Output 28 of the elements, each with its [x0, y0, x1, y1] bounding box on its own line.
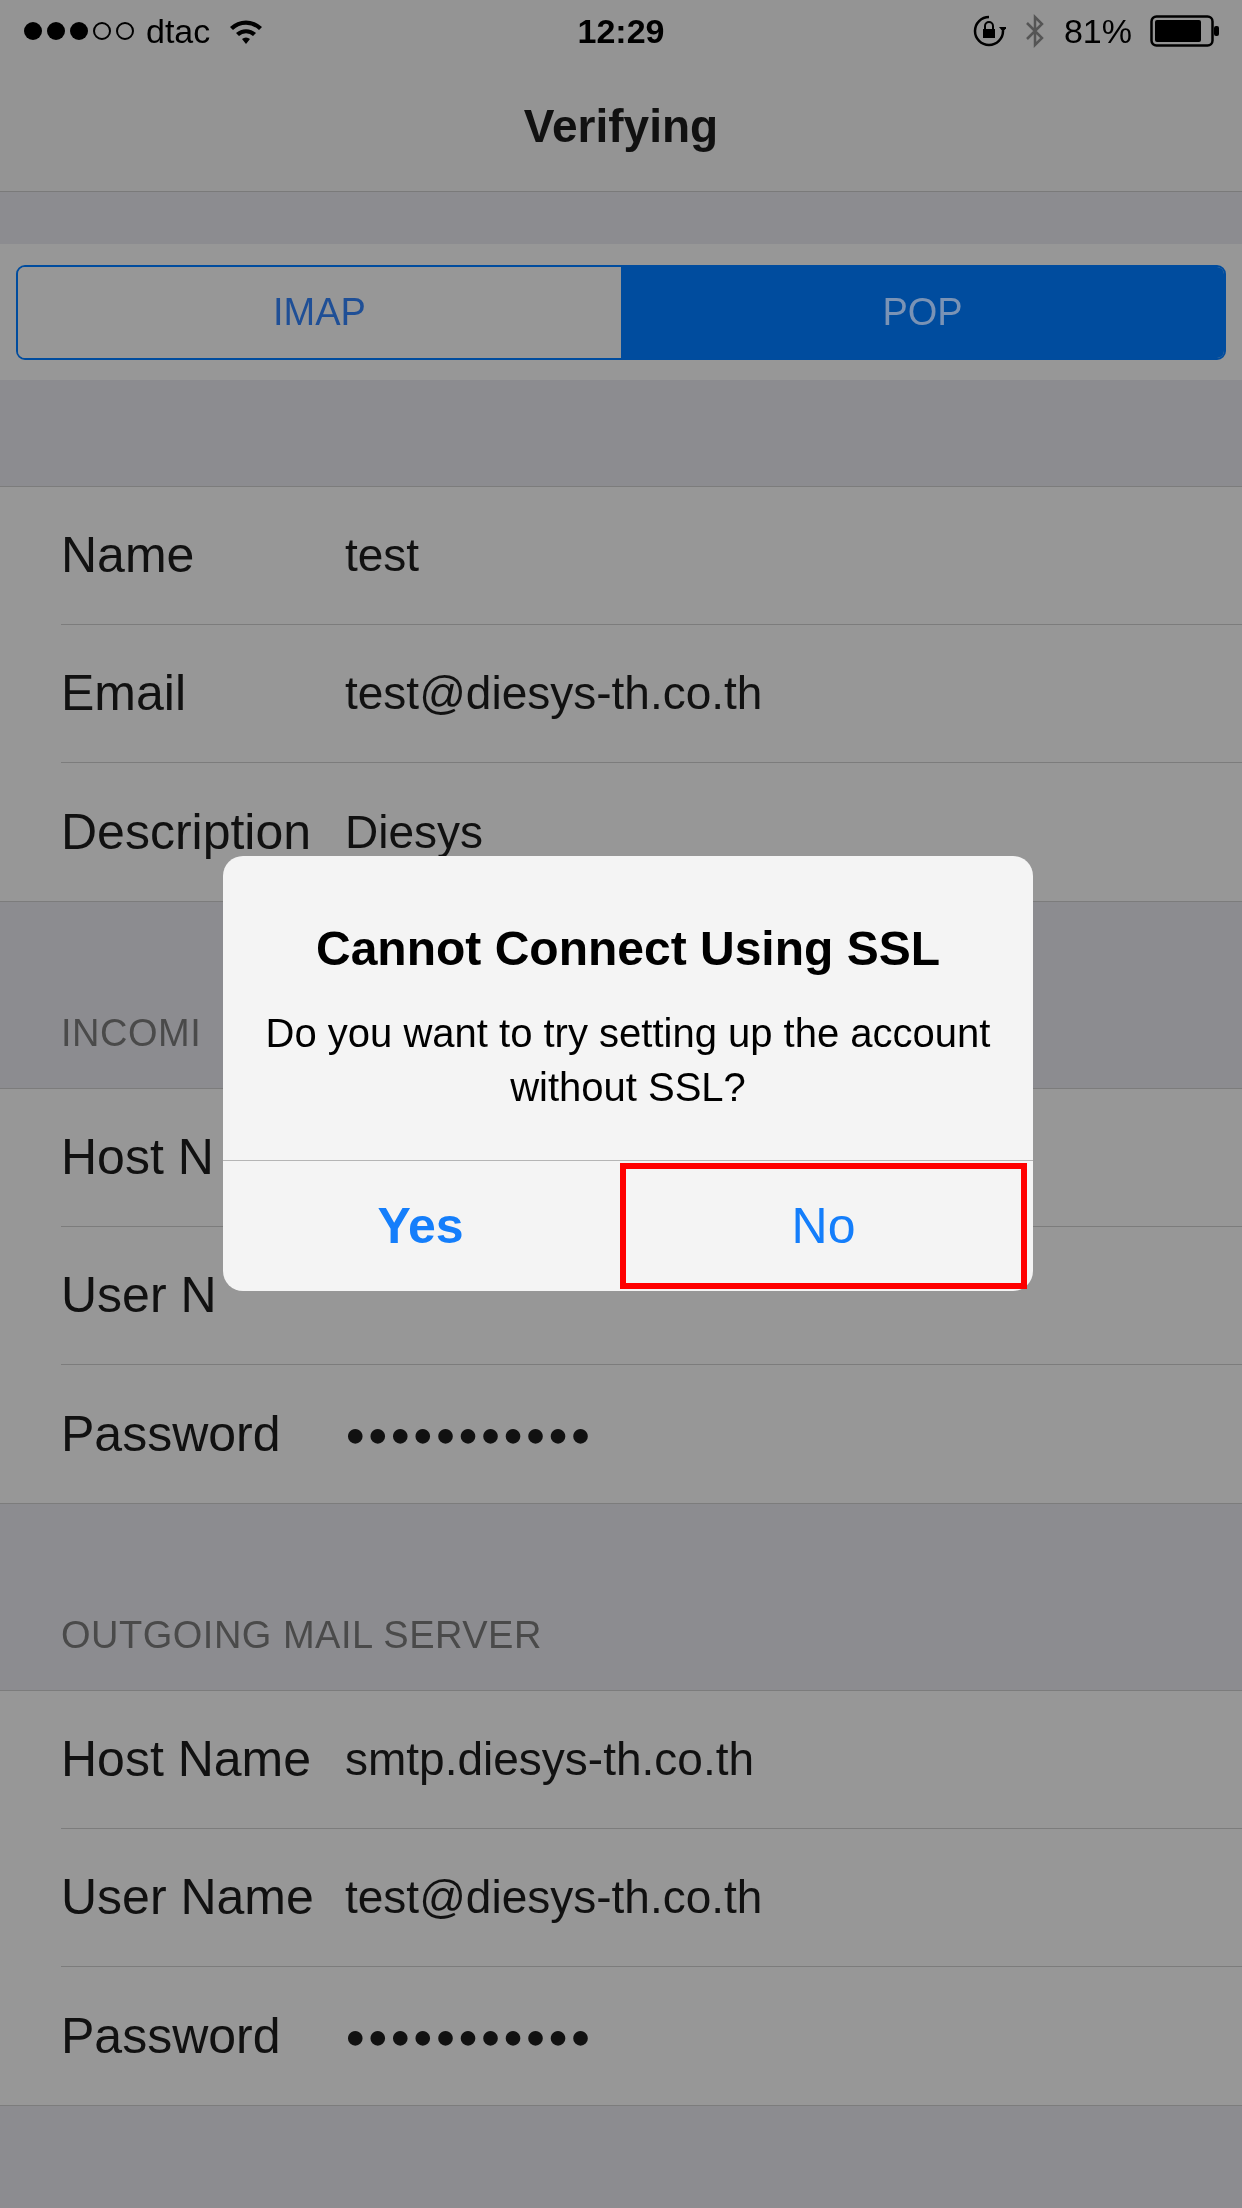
text-field[interactable]: test@diesys-th.co.th	[345, 659, 763, 728]
field-label: Name	[61, 526, 196, 585]
nav-title: Verifying	[523, 99, 719, 154]
status-time: 12:29	[577, 11, 665, 50]
text-field[interactable]: test@diesys-th.co.th	[345, 1863, 763, 1932]
battery-icon	[1150, 15, 1220, 47]
alert-button[interactable]: No	[620, 1163, 1027, 1289]
field-label: Host Name	[61, 1730, 313, 1789]
password-field[interactable]: ●●●●●●●●●●●	[345, 2010, 593, 2062]
field-label: Password	[61, 2006, 282, 2066]
text-field[interactable]: smtp.diesys-th.co.th	[345, 1725, 755, 1794]
battery-percentage: 81%	[1063, 10, 1132, 52]
text-field[interactable]: test	[345, 521, 420, 590]
carrier-name: dtac	[146, 10, 211, 52]
password-field[interactable]: ●●●●●●●●●●●	[345, 1408, 593, 1460]
alert-message: Do you want to try setting up the account without SSL?	[264, 1010, 992, 1111]
alert-button[interactable]: Yes	[223, 1161, 618, 1291]
section-header: INCOMI	[61, 1011, 202, 1056]
field-label: User Name	[61, 1868, 315, 1927]
section-header: OUTGOING MAIL SERVER	[61, 1613, 542, 1658]
field-label: Password	[61, 1404, 282, 1464]
field-label: User N	[61, 1266, 218, 1325]
field-label: Email	[61, 664, 188, 723]
field-label: Description	[61, 802, 313, 862]
field-label: Host N	[61, 1128, 215, 1187]
bluetooth-icon	[1023, 13, 1046, 49]
rotation-lock-icon	[971, 14, 1006, 48]
alert-title: Cannot Connect Using SSL	[316, 921, 940, 977]
